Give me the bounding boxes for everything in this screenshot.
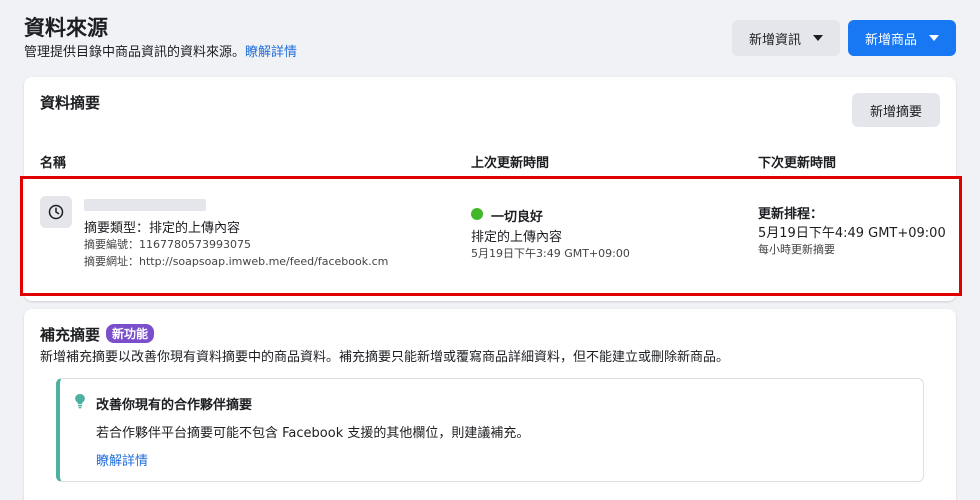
page-title: 資料來源 xyxy=(24,16,108,40)
page-description: 管理提供目錄中商品資訊的資料來源。瞭解詳情 xyxy=(24,41,297,60)
supplement-description: 新增補充摘要以改善你現有資料摘要中的商品資料。補充摘要只能新增或覆寫商品詳細資料… xyxy=(40,350,730,365)
caret-down-icon xyxy=(929,35,939,41)
caret-down-icon xyxy=(813,35,823,41)
page-description-text: 管理提供目錄中商品資訊的資料來源。 xyxy=(24,45,246,60)
add-product-label: 新增商品 xyxy=(864,32,917,48)
last-update-method: 排定的上傳內容 xyxy=(471,230,563,245)
feed-type: 摘要類型：排定的上傳內容 xyxy=(84,221,241,236)
clock-icon xyxy=(40,196,72,228)
tip-body: 若合作夥伴平台摘要可能不包含 Facebook 支援的其他欄位，則建議補充。 xyxy=(96,426,530,441)
column-header-last-update: 上次更新時間 xyxy=(471,156,550,171)
next-update-time: 5月19日下午4:49 GMT+09:00 xyxy=(758,226,946,241)
column-header-next-update: 下次更新時間 xyxy=(758,156,837,171)
feed-status: 一切良好 xyxy=(491,210,544,225)
add-data-button[interactable]: 新增資訊 xyxy=(732,20,840,56)
tip-learn-more-link[interactable]: 瞭解詳情 xyxy=(96,450,148,469)
column-header-name: 名稱 xyxy=(40,156,67,171)
new-feature-badge: 新功能 xyxy=(106,324,155,343)
data-feeds-title: 資料摘要 xyxy=(40,94,101,112)
supplement-title-row: 補充摘要 新功能 xyxy=(40,324,155,345)
status-ok-dot xyxy=(471,208,483,220)
update-frequency: 每小時更新摘要 xyxy=(758,243,835,256)
tip-title: 改善你現有的合作夥伴摘要 xyxy=(96,398,253,413)
feed-id: 摘要編號：1167780573993075 xyxy=(84,238,251,251)
add-feed-button[interactable]: 新增摘要 xyxy=(852,93,940,127)
last-update-time: 5月19日下午3:49 GMT+09:00 xyxy=(471,247,630,260)
supplement-title: 補充摘要 xyxy=(40,326,101,344)
add-feed-label: 新增摘要 xyxy=(869,104,922,120)
learn-more-link[interactable]: 瞭解詳情 xyxy=(245,45,297,60)
add-product-button[interactable]: 新增商品 xyxy=(848,20,956,56)
add-data-label: 新增資訊 xyxy=(748,32,801,48)
feed-name-placeholder xyxy=(84,199,206,211)
feed-url: 摘要網址：http://soapsoap.imweb.me/feed/faceb… xyxy=(84,255,389,268)
next-update-label: 更新排程： xyxy=(758,207,824,222)
lightbulb-icon xyxy=(74,393,86,413)
